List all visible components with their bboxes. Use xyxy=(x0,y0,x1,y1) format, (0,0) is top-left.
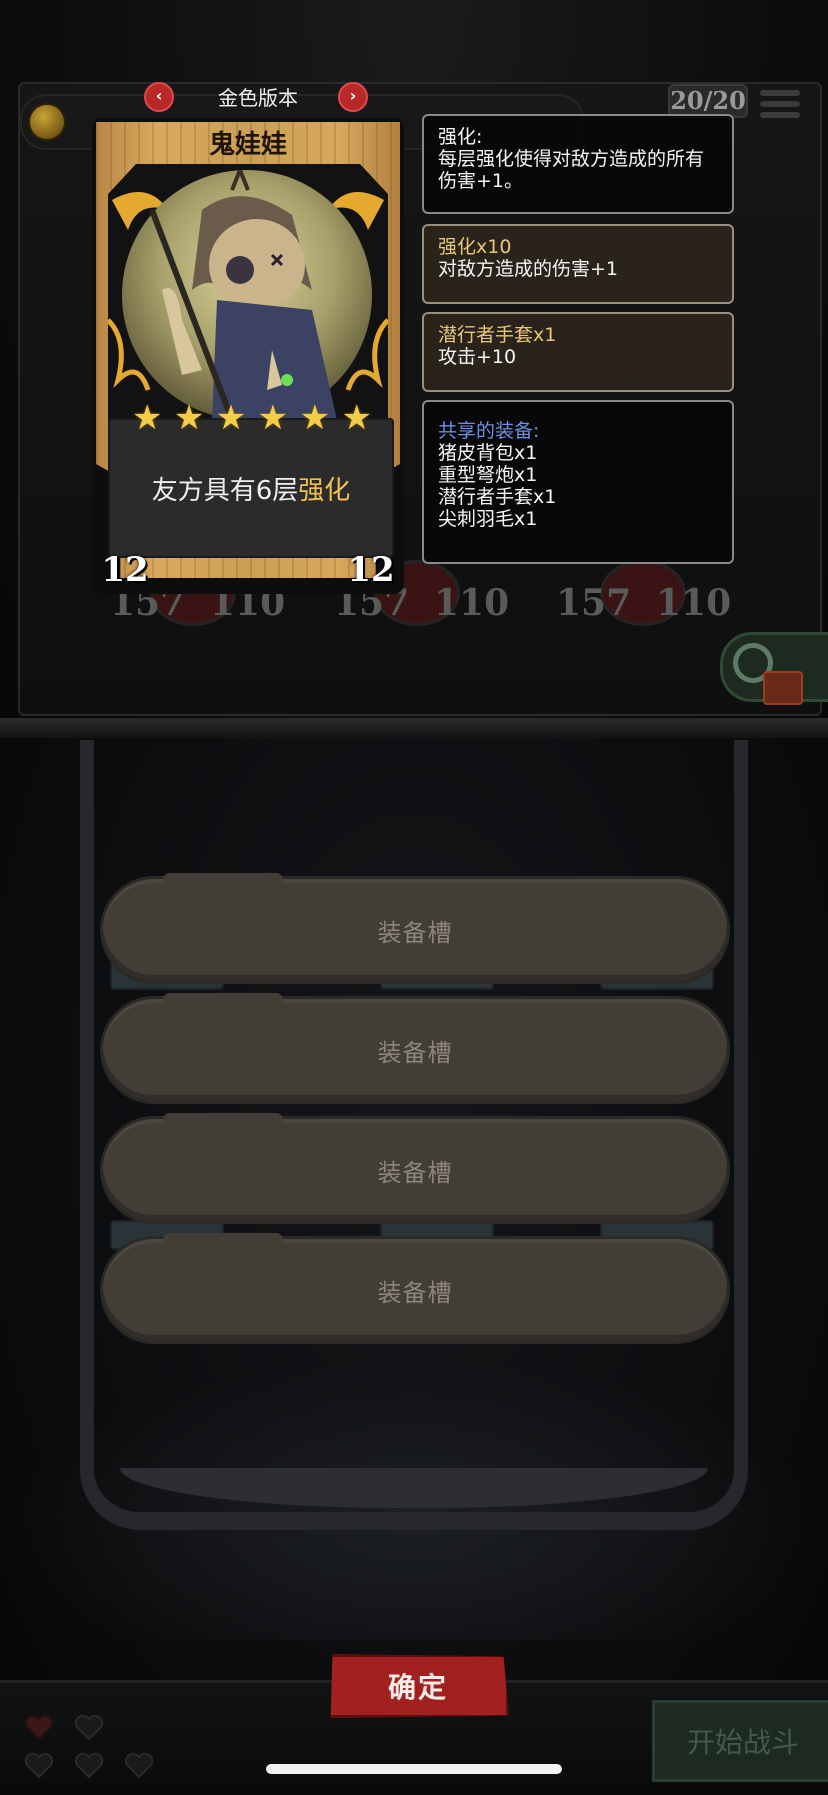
section-divider xyxy=(0,718,828,738)
item-description: 攻击+10 xyxy=(438,346,517,368)
unit-health: 110 xyxy=(656,582,732,624)
item-title: 潜行者手套x1 xyxy=(438,324,557,346)
star-icon: ★ xyxy=(341,398,372,438)
star-icon: ★ xyxy=(299,398,331,438)
heart-icon xyxy=(24,1752,54,1778)
keyword-info-box: 强化: 每层强化使得对敌方造成的所有伤害+1。 xyxy=(422,114,734,214)
shared-equipment-title: 共享的装备: xyxy=(438,420,540,442)
health-badge: 12 xyxy=(342,538,400,602)
shared-item: 重型弩炮x1 xyxy=(438,464,538,486)
star-icon: ★ xyxy=(215,398,247,438)
keyword-title: 强化: xyxy=(438,126,483,148)
equipment-slot-2[interactable]: 装备槽 xyxy=(100,993,730,1104)
shared-item: 尖刺羽毛x1 xyxy=(438,508,538,530)
star-rating: ★ ★ ★ ★ ★ ★ xyxy=(132,398,372,438)
keyword-description: 每层强化使得对敌方造成的所有伤害+1。 xyxy=(438,148,705,192)
keyword-highlight: 强化 xyxy=(298,475,351,506)
shared-item: 潜行者手套x1 xyxy=(438,486,557,508)
character-portrait xyxy=(122,164,372,422)
menu-icon[interactable] xyxy=(760,90,800,128)
coin-icon[interactable] xyxy=(28,103,66,141)
version-selector: ‹ 金色版本 › xyxy=(140,78,376,112)
equipment-slot-3[interactable]: 装备槽 xyxy=(100,1113,730,1224)
equipment-slot-4[interactable]: 装备槽 xyxy=(100,1233,730,1344)
shared-equipment-box: 共享的装备: 猪皮背包x1 重型弩炮x1 潜行者手套x1 尖刺羽毛x1 xyxy=(422,400,734,564)
description-text: 友方具有6层 xyxy=(151,475,299,506)
start-battle-button[interactable]: 开始战斗 xyxy=(652,1700,828,1782)
prev-version-icon[interactable]: ‹ xyxy=(144,82,174,112)
version-label: 金色版本 xyxy=(218,86,298,110)
buff-info-box: 强化x10 对敌方造成的伤害+1 xyxy=(422,224,734,304)
buff-title: 强化x10 xyxy=(438,236,512,258)
heart-icon xyxy=(124,1752,154,1778)
buff-description: 对敌方造成的伤害+1 xyxy=(438,258,619,280)
equipment-slot-1[interactable]: 装备槽 xyxy=(100,873,730,984)
confirm-button[interactable]: 确定 xyxy=(330,1654,509,1718)
heart-icon xyxy=(74,1752,104,1778)
scarecrow-doll-icon xyxy=(149,164,337,422)
deck-counter: 20/20 xyxy=(668,84,748,118)
star-icon: ★ xyxy=(257,398,289,438)
next-version-icon[interactable]: › xyxy=(338,82,368,112)
star-icon: ★ xyxy=(173,398,205,438)
card-name: 鬼娃娃 xyxy=(208,130,287,160)
item-info-box: 潜行者手套x1 攻击+10 xyxy=(422,312,734,392)
attack-badge: 12 xyxy=(96,538,154,602)
unit-attack: 157 xyxy=(556,582,632,624)
home-indicator[interactable] xyxy=(266,1764,562,1774)
shared-item: 猪皮背包x1 xyxy=(438,442,538,464)
unit-card: 鬼娃娃 友方具有6层 强化 ★ ★ ★ ★ ★ ★ 12 12 xyxy=(92,118,404,594)
heart-icon xyxy=(24,1714,54,1740)
arrow-down-right-icon xyxy=(763,671,803,705)
unit-health: 110 xyxy=(434,582,510,624)
star-icon: ★ xyxy=(132,398,163,438)
heart-icon xyxy=(74,1714,104,1740)
speed-toggle-button[interactable] xyxy=(720,632,828,705)
ability-description: 友方具有6层 强化 xyxy=(108,418,394,558)
